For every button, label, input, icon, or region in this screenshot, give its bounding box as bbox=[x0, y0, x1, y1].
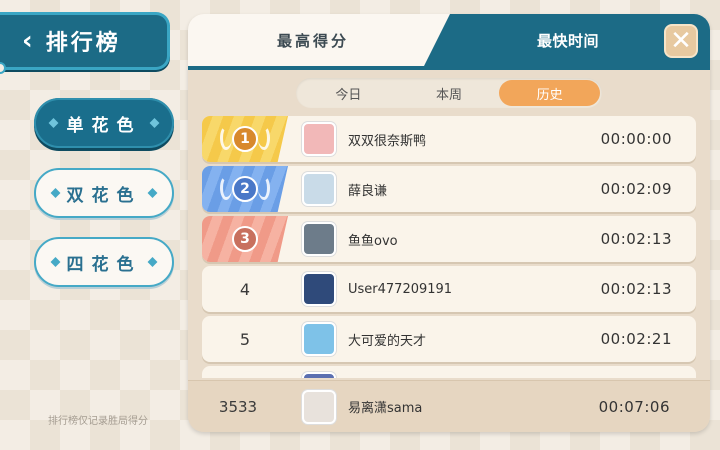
mode-two-suit-button[interactable]: 双花色 bbox=[34, 168, 174, 218]
laurel-icon bbox=[258, 176, 270, 200]
tab-fastest-time[interactable]: 最快时间 bbox=[468, 14, 668, 66]
rank-number bbox=[202, 366, 288, 378]
diamond-icon bbox=[147, 257, 158, 267]
mode-single-suit-button[interactable]: 单花色 bbox=[34, 98, 174, 148]
close-icon: ✕ bbox=[670, 26, 692, 56]
player-name: 大可爱的天才 bbox=[348, 333, 427, 349]
rank-number: 4 bbox=[239, 279, 251, 299]
page-title: 排行榜 bbox=[45, 31, 121, 56]
close-button[interactable]: ✕ bbox=[664, 24, 698, 58]
laurel-icon bbox=[220, 126, 232, 150]
my-rank-number: 3533 bbox=[218, 397, 258, 416]
period-today[interactable]: 今日 bbox=[298, 80, 399, 106]
player-name: User477209191 bbox=[348, 281, 453, 297]
my-player-name: 易离潇sama bbox=[348, 401, 423, 416]
leaderboard-row[interactable]: 5 大可爱的天才 00:02:21 bbox=[202, 316, 696, 362]
period-all-time[interactable]: 历史 bbox=[499, 80, 601, 106]
tab-high-score[interactable]: 最高得分 bbox=[188, 14, 438, 66]
leaderboard-row[interactable]: 3 鱼鱼ovo 00:02:13 bbox=[202, 216, 696, 262]
tab-bar: 最高得分 最快时间 ✕ bbox=[188, 14, 710, 70]
my-avatar[interactable] bbox=[302, 389, 336, 424]
leaderboard-footnote: 排行榜仅记录胜局得分 bbox=[48, 416, 148, 427]
leaderboard-row[interactable]: 1 双双很奈斯鸭 00:00:00 bbox=[202, 116, 696, 162]
laurel-icon bbox=[220, 176, 232, 200]
mode-label: 单花色 bbox=[66, 115, 142, 136]
diamond-icon bbox=[50, 188, 61, 198]
leaderboard-row[interactable]: 2 薛良谦 00:02:09 bbox=[202, 166, 696, 212]
player-name: 薛良谦 bbox=[348, 183, 388, 199]
mode-label: 四花色 bbox=[66, 254, 142, 275]
rank-badge-gold: 1 bbox=[202, 116, 288, 162]
mode-four-suit-button[interactable]: 四花色 bbox=[34, 237, 174, 287]
rank-number: 5 bbox=[239, 329, 251, 349]
my-player-time: 00:07:06 bbox=[598, 397, 670, 416]
rank-badge-bronze: 3 bbox=[202, 216, 288, 262]
avatar[interactable] bbox=[302, 322, 336, 356]
period-week[interactable]: 本周 bbox=[399, 80, 500, 106]
medal-icon: 3 bbox=[232, 226, 258, 252]
player-time: 00:02:13 bbox=[600, 280, 672, 298]
leaderboard-list[interactable]: 1 双双很奈斯鸭 00:00:00 2 薛良谦 00:02:09 3 鱼鱼ovo… bbox=[202, 116, 696, 378]
chevron-left-icon: ‹ bbox=[22, 26, 36, 56]
avatar[interactable] bbox=[302, 272, 336, 306]
rank-badge-silver: 2 bbox=[202, 166, 288, 212]
tab-underline bbox=[188, 66, 710, 70]
leaderboard-panel: 最高得分 最快时间 ✕ 今日 本周 历史 1 双双很奈斯鸭 00:00:00 2 bbox=[188, 14, 710, 432]
player-time: 00:02:13 bbox=[600, 230, 672, 248]
avatar[interactable] bbox=[302, 172, 336, 206]
medal-icon: 2 bbox=[232, 176, 258, 202]
player-time: 00:02:21 bbox=[600, 330, 672, 348]
back-button[interactable]: ‹ 排行榜 bbox=[0, 12, 170, 70]
leaderboard-row[interactable]: 4 User477209191 00:02:13 bbox=[202, 266, 696, 312]
mode-label: 双花色 bbox=[66, 185, 142, 206]
diamond-icon bbox=[147, 188, 158, 198]
diamond-icon bbox=[149, 118, 160, 128]
avatar[interactable] bbox=[302, 372, 336, 378]
diamond-icon bbox=[48, 118, 59, 128]
period-selector: 今日 本周 历史 bbox=[296, 78, 602, 108]
diamond-icon bbox=[50, 257, 61, 267]
avatar[interactable] bbox=[302, 122, 336, 156]
medal-icon: 1 bbox=[232, 126, 258, 152]
player-name: 双双很奈斯鸭 bbox=[348, 133, 427, 149]
leaderboard-row-partial[interactable] bbox=[202, 366, 696, 378]
avatar[interactable] bbox=[302, 222, 336, 256]
laurel-icon bbox=[258, 126, 270, 150]
player-time: 00:02:09 bbox=[600, 180, 672, 198]
player-time: 00:00:00 bbox=[600, 130, 672, 148]
my-rank-row: 3533 易离潇sama 00:07:06 bbox=[188, 380, 710, 432]
player-name: 鱼鱼ovo bbox=[348, 233, 398, 249]
